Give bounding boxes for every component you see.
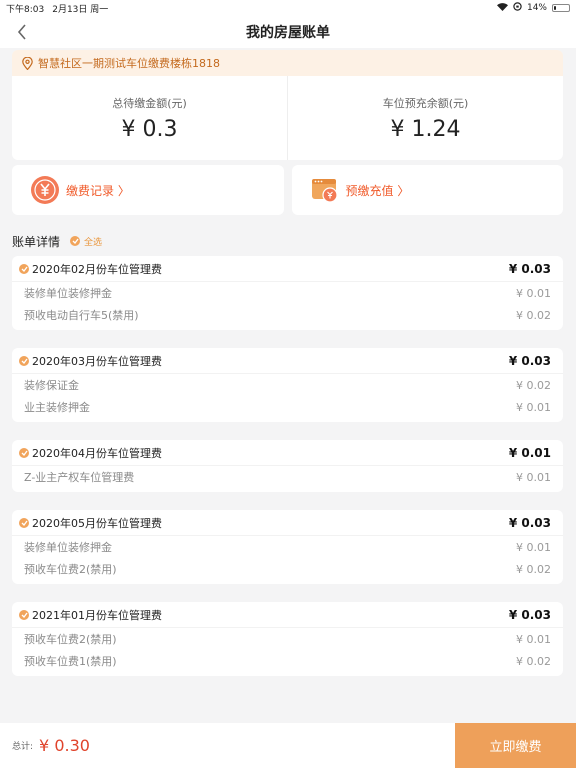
orientation-lock-icon	[513, 2, 522, 14]
balance-value: ¥ 1.24	[390, 116, 461, 142]
bill-card: 2020年02月份车位管理费 ¥ 0.03 装修单位装修押金 ¥ 0.01 预收电动自行…	[12, 256, 563, 330]
line-item-name: 装修单位装修押金	[24, 287, 112, 300]
bill-name: 2020年04月份车位管理费	[32, 446, 162, 460]
bill-list: 2020年02月份车位管理费 ¥ 0.03 装修单位装修押金 ¥ 0.01 预收电动自行…	[12, 256, 563, 694]
bill-line-item: 装修保证金 ¥ 0.02	[12, 374, 563, 396]
bill-checkbox[interactable]	[19, 263, 29, 274]
wifi-icon	[496, 2, 508, 14]
bill-header: 2020年05月份车位管理费 ¥ 0.03	[12, 510, 563, 536]
bill-checkbox[interactable]	[19, 447, 29, 458]
line-item-amount: ¥ 0.02	[516, 654, 551, 668]
pay-now-button[interactable]: 立即缴费	[455, 723, 576, 768]
check-icon	[21, 266, 28, 272]
bill-amount: ¥ 0.03	[508, 353, 551, 368]
location-pin-icon	[22, 56, 33, 70]
back-button[interactable]	[12, 22, 32, 42]
line-item-name: Z-业主产权车位管理费	[24, 471, 135, 484]
line-item-name: 预收电动自行车5(禁用)	[24, 309, 139, 322]
line-item-amount: ¥ 0.02	[516, 308, 551, 322]
bills-section-title: 账单详情	[12, 234, 61, 249]
bill-amount: ¥ 0.01	[508, 445, 551, 460]
bill-amount: ¥ 0.03	[508, 261, 551, 276]
pending-amount: 总待缴金额(元) ¥ 0.3	[12, 76, 287, 160]
summary-card: 总待缴金额(元) ¥ 0.3 车位预充余额(元) ¥ 1.24	[12, 76, 563, 160]
check-icon	[21, 450, 28, 456]
select-all-checkbox[interactable]	[70, 236, 81, 246]
action-row: 缴费记录 〉 预缴充值 〉	[12, 165, 563, 215]
check-icon	[72, 238, 79, 244]
bill-line-item: 业主装修押金 ¥ 0.01	[12, 396, 563, 418]
line-item-amount: ¥ 0.01	[516, 470, 551, 484]
total-value: ¥ 0.30	[39, 736, 90, 755]
bill-line-item: Z-业主产权车位管理费 ¥ 0.01	[12, 466, 563, 488]
line-item-name: 预收车位费2(禁用)	[24, 563, 117, 576]
bill-card: 2020年04月份车位管理费 ¥ 0.01 Z-业主产权车位管理费 ¥ 0.01	[12, 440, 563, 492]
balance-amount: 车位预充余额(元) ¥ 1.24	[287, 76, 563, 160]
bill-name: 2020年02月份车位管理费	[32, 262, 162, 276]
line-item-amount: ¥ 0.02	[516, 378, 551, 392]
check-icon	[21, 520, 28, 526]
line-item-amount: ¥ 0.01	[516, 400, 551, 414]
line-item-name: 业主装修押金	[24, 401, 90, 414]
chevron-left-icon	[17, 24, 26, 40]
prepay-recharge-button[interactable]: 预缴充值 〉	[291, 165, 563, 215]
line-item-amount: ¥ 0.01	[516, 540, 551, 554]
bill-card: 2021年01月份车位管理费 ¥ 0.03 预收车位费2(禁用) ¥ 0.01 预收车位…	[12, 602, 563, 676]
payment-records-button[interactable]: 缴费记录 〉	[12, 165, 284, 215]
bill-name: 2021年01月份车位管理费	[32, 608, 162, 622]
page-title: 我的房屋账单	[246, 25, 330, 41]
select-all-label[interactable]: 全选	[84, 235, 102, 248]
check-icon	[21, 358, 28, 364]
bills-section-header: 账单详情 全选	[12, 232, 102, 250]
bill-header: 2020年02月份车位管理费 ¥ 0.03	[12, 256, 563, 282]
battery-icon	[552, 4, 570, 12]
bill-line-item: 装修单位装修押金 ¥ 0.01	[12, 282, 563, 304]
bill-checkbox[interactable]	[19, 517, 29, 528]
prepay-recharge-label: 预缴充值 〉	[345, 183, 410, 198]
line-item-amount: ¥ 0.01	[516, 286, 551, 300]
total-label: 总计:	[12, 742, 34, 752]
pending-value: ¥ 0.3	[121, 116, 178, 142]
bill-line-item: 预收车位费1(禁用) ¥ 0.02	[12, 650, 563, 672]
bill-header: 2020年03月份车位管理费 ¥ 0.03	[12, 348, 563, 374]
balance-label: 车位预充余额(元)	[382, 96, 469, 110]
address-bar: 智慧社区一期测试车位缴费楼栋1818	[12, 50, 563, 76]
line-item-amount: ¥ 0.01	[516, 632, 551, 646]
bill-card: 2020年05月份车位管理费 ¥ 0.03 装修单位装修押金 ¥ 0.01 预收车位费2…	[12, 510, 563, 584]
bill-amount: ¥ 0.03	[508, 515, 551, 530]
bill-line-item: 预收电动自行车5(禁用) ¥ 0.02	[12, 304, 563, 326]
bill-line-item: 预收车位费2(禁用) ¥ 0.01	[12, 628, 563, 650]
bill-checkbox[interactable]	[19, 355, 29, 366]
yen-coin-icon	[31, 176, 59, 204]
status-date: 2月13日 周一	[52, 4, 109, 15]
bill-line-item: 装修单位装修押金 ¥ 0.01	[12, 536, 563, 558]
address-text: 智慧社区一期测试车位缴费楼栋1818	[38, 57, 220, 70]
status-time: 下午8:03	[6, 4, 45, 15]
line-item-name: 预收车位费1(禁用)	[24, 655, 117, 668]
pending-label: 总待缴金额(元)	[112, 96, 187, 110]
payment-records-label: 缴费记录 〉	[66, 183, 130, 198]
line-item-amount: ¥ 0.02	[516, 562, 551, 576]
footer-bar: 总计: ¥ 0.30 立即缴费	[0, 723, 576, 768]
bill-name: 2020年03月份车位管理费	[32, 354, 162, 368]
battery-percentage: 14%	[526, 3, 547, 13]
bill-checkbox[interactable]	[19, 609, 29, 620]
bill-name: 2020年05月份车位管理费	[32, 516, 162, 530]
line-item-name: 预收车位费2(禁用)	[24, 633, 117, 646]
line-item-name: 装修保证金	[24, 379, 79, 392]
bill-card: 2020年03月份车位管理费 ¥ 0.03 装修保证金 ¥ 0.02 业主装修押金 ¥ 0…	[12, 348, 563, 422]
bill-line-item: 预收车位费2(禁用) ¥ 0.02	[12, 558, 563, 580]
nav-bar: 我的房屋账单	[0, 16, 576, 48]
status-bar: 下午8:03 2月13日 周一 14%	[0, 0, 576, 16]
bill-header: 2021年01月份车位管理费 ¥ 0.03	[12, 602, 563, 628]
bill-header: 2020年04月份车位管理费 ¥ 0.01	[12, 440, 563, 466]
wallet-recharge-icon	[311, 179, 338, 203]
check-icon	[21, 612, 28, 618]
bill-amount: ¥ 0.03	[508, 607, 551, 622]
line-item-name: 装修单位装修押金	[24, 541, 112, 554]
